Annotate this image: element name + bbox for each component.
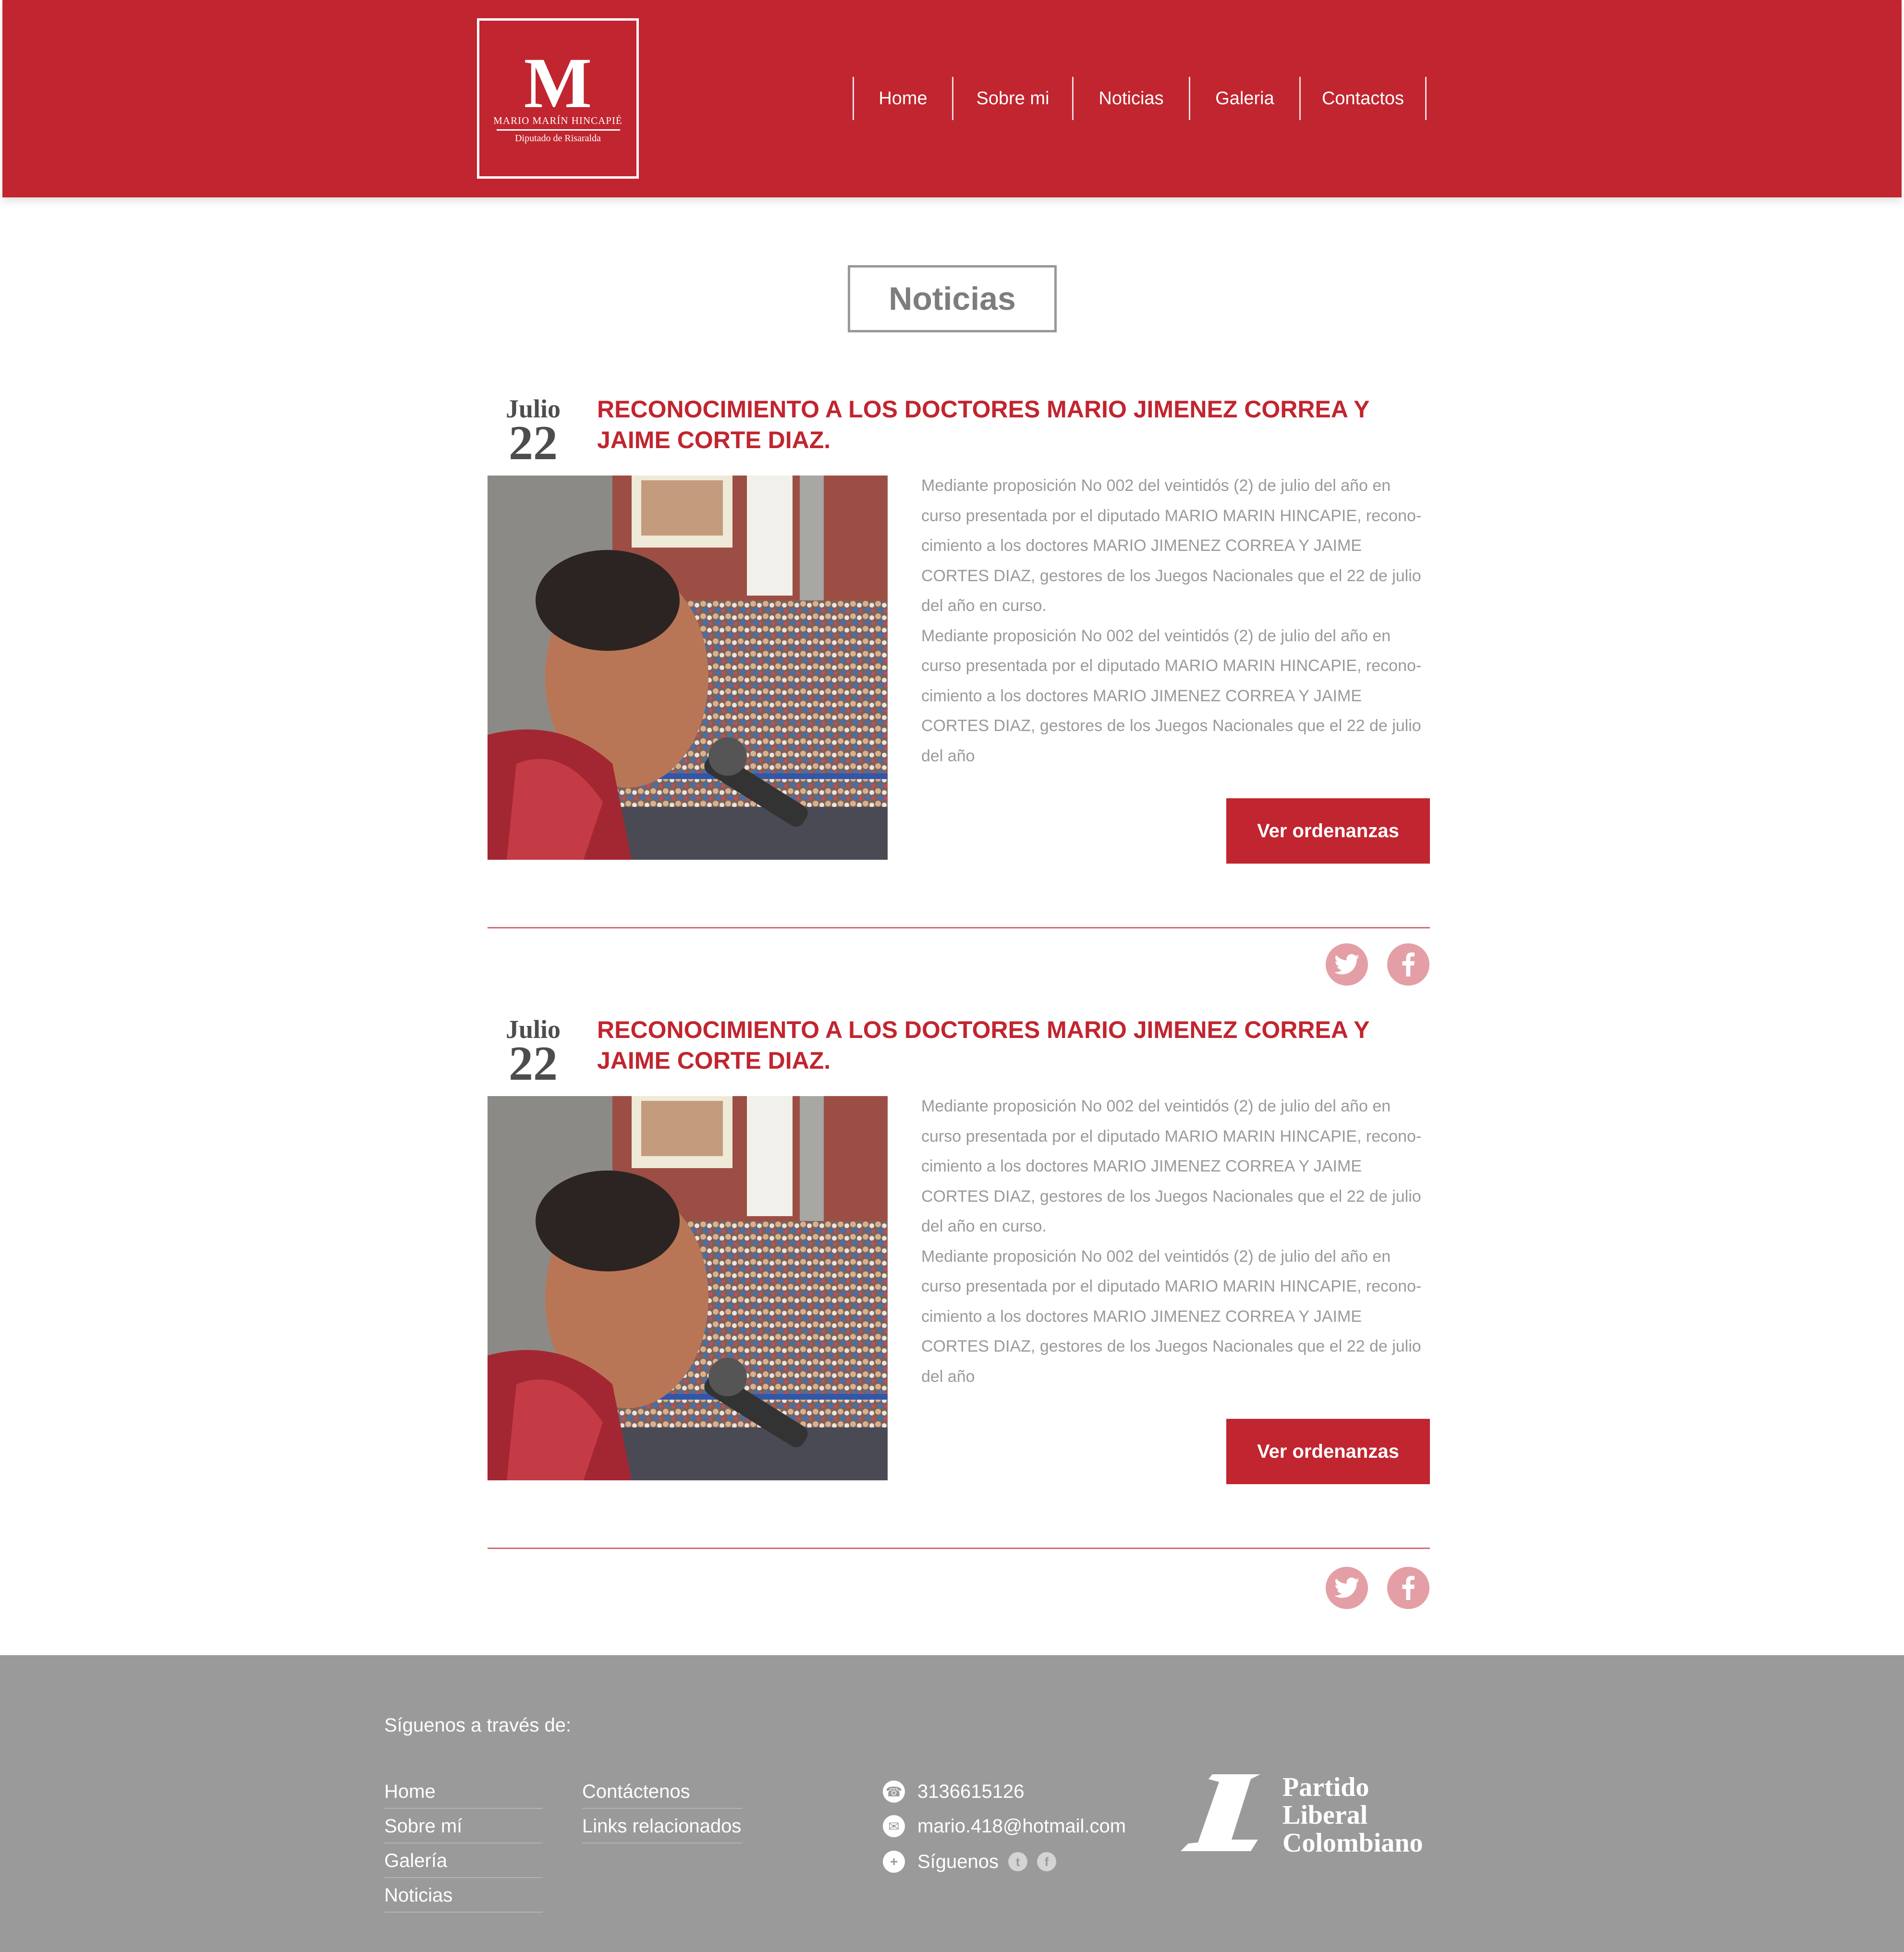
party-name-line: Liberal xyxy=(1282,1800,1368,1830)
footer-link-sobre-mi[interactable]: Sobre mí xyxy=(384,1809,543,1843)
site-header: M MARIO MARÍN HINCAPIÉ Diputado de Risar… xyxy=(2,0,1902,197)
article-divider xyxy=(488,1548,1430,1549)
footer-email: ✉ mario.418@hotmail.com xyxy=(883,1812,1126,1841)
nav-contactos[interactable]: Contactos xyxy=(1301,77,1427,120)
news-article: Julio 22 RECONOCIMIENTO A LOS DOCTORES M… xyxy=(488,1014,1430,1634)
nav-home[interactable]: Home xyxy=(854,77,953,120)
site-logo[interactable]: M MARIO MARÍN HINCAPIÉ Diputado de Risar… xyxy=(477,18,639,179)
twitter-icon xyxy=(1334,954,1359,975)
article-day: 22 xyxy=(509,416,558,470)
nav-noticias[interactable]: Noticias xyxy=(1074,77,1190,120)
ver-ordenanzas-button[interactable]: Ver ordenanzas xyxy=(1226,1419,1430,1484)
email-address[interactable]: mario.418@hotmail.com xyxy=(917,1816,1126,1837)
site-footer: Síguenos a través de: Home Sobre mí Gale… xyxy=(0,1655,1904,1952)
facebook-share-button[interactable] xyxy=(1387,1567,1429,1609)
ver-ordenanzas-button[interactable]: Ver ordenanzas xyxy=(1226,798,1430,864)
article-photo[interactable] xyxy=(488,476,888,860)
logo-divider xyxy=(497,129,620,131)
logo-subtitle: Diputado de Risaralda xyxy=(515,133,601,144)
article-title[interactable]: RECONOCIMIENTO A LOS DOCTORES MARIO JIME… xyxy=(597,1014,1428,1076)
footer-follow: + Síguenos t f xyxy=(883,1847,1057,1876)
party-l-logo xyxy=(1181,1774,1260,1851)
news-article: Julio 22 RECONOCIMIENTO A LOS DOCTORES M… xyxy=(488,394,1430,1013)
footer-link-links-relacionados[interactable]: Links relacionados xyxy=(582,1809,743,1843)
article-paragraph: Mediante proposición No 002 del veintidó… xyxy=(921,1247,1422,1386)
party-name-line: Colombiano xyxy=(1282,1828,1423,1858)
twitter-icon xyxy=(1334,1577,1359,1598)
facebook-icon[interactable]: f xyxy=(1037,1852,1057,1871)
facebook-share-button[interactable] xyxy=(1387,943,1429,986)
twitter-icon[interactable]: t xyxy=(1008,1852,1028,1871)
article-body: Mediante proposición No 002 del veintidó… xyxy=(921,1091,1430,1391)
footer-link-noticias[interactable]: Noticias xyxy=(384,1878,543,1913)
logo-letter: M xyxy=(524,43,592,123)
article-paragraph: Mediante proposición No 002 del veintidó… xyxy=(921,476,1422,615)
plus-icon: + xyxy=(883,1851,905,1873)
facebook-icon xyxy=(1402,1576,1415,1600)
nav-galeria[interactable]: Galeria xyxy=(1190,77,1301,120)
article-paragraph: Mediante proposición No 002 del veintidó… xyxy=(921,1097,1422,1235)
article-paragraph: Mediante proposición No 002 del veintidó… xyxy=(921,626,1422,765)
follow-label: Síguenos xyxy=(917,1851,999,1872)
twitter-share-button[interactable] xyxy=(1326,943,1368,986)
nav-sobre-mi[interactable]: Sobre mi xyxy=(953,77,1074,120)
party-name-line: Partido xyxy=(1282,1772,1369,1802)
article-day: 22 xyxy=(509,1037,558,1091)
facebook-icon xyxy=(1402,952,1415,976)
article-divider xyxy=(488,927,1430,928)
logo-name: MARIO MARÍN HINCAPIÉ xyxy=(493,115,622,126)
party-name: Partido Liberal Colombiano xyxy=(1282,1773,1423,1857)
phone-icon: ☎ xyxy=(883,1781,905,1803)
footer-follow-title: Síguenos a través de: xyxy=(384,1715,572,1736)
phone-number: 3136615126 xyxy=(917,1781,1025,1802)
footer-link-home[interactable]: Home xyxy=(384,1774,543,1809)
footer-link-galeria[interactable]: Galería xyxy=(384,1843,543,1878)
speaker-photo xyxy=(488,476,888,860)
speaker-photo xyxy=(488,1096,888,1480)
article-title[interactable]: RECONOCIMIENTO A LOS DOCTORES MARIO JIME… xyxy=(597,394,1428,455)
mail-icon: ✉ xyxy=(883,1815,905,1837)
footer-phone: ☎ 3136615126 xyxy=(883,1777,1024,1806)
twitter-share-button[interactable] xyxy=(1326,1567,1368,1609)
article-photo[interactable] xyxy=(488,1096,888,1480)
page-title: Noticias xyxy=(848,265,1057,332)
main-nav: Home Sobre mi Noticias Galeria Contactos xyxy=(853,77,1427,120)
footer-link-contactenos[interactable]: Contáctenos xyxy=(582,1774,743,1809)
article-body: Mediante proposición No 002 del veintidó… xyxy=(921,471,1430,771)
